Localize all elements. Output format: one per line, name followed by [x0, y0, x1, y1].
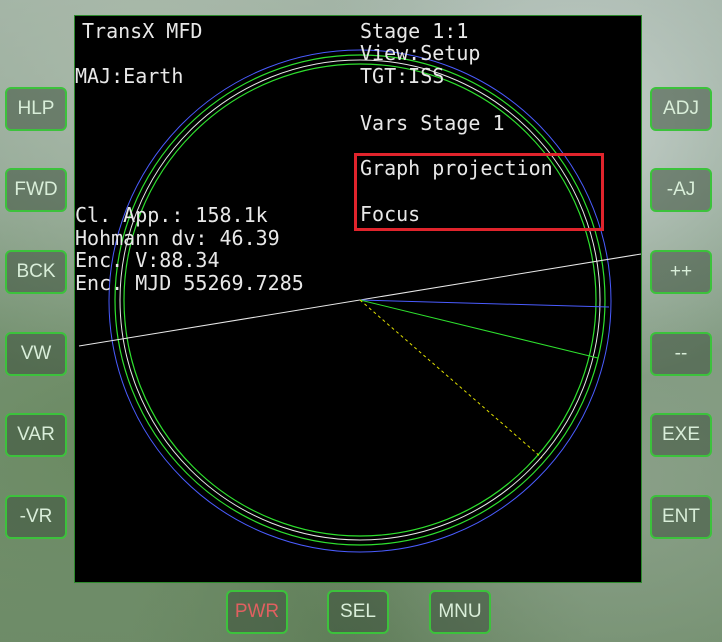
bck-button[interactable]: BCK	[5, 250, 67, 294]
encounter-mjd: Enc. MJD 55269.7285	[75, 271, 304, 295]
fwd-button[interactable]: FWD	[5, 168, 67, 212]
minus-aj-button[interactable]: -AJ	[650, 168, 712, 212]
sel-button[interactable]: SEL	[327, 590, 389, 634]
line-blue	[359, 299, 610, 308]
view-label: View:Setup	[360, 41, 481, 65]
pwr-button[interactable]: PWR	[226, 590, 288, 634]
stage-label: Stage 1:1	[360, 19, 469, 43]
mfd-title: TransX MFD	[82, 19, 203, 43]
adj-button[interactable]: ADJ	[650, 87, 712, 131]
vw-button[interactable]: VW	[5, 332, 67, 376]
encounter-velocity: Enc. V:88.34	[75, 248, 220, 272]
minus-vr-button[interactable]: -VR	[5, 495, 67, 539]
major-body-label: MAJ:Earth	[75, 64, 184, 88]
increment-button[interactable]: ++	[650, 250, 712, 294]
line-yellow-dashed	[359, 299, 543, 459]
target-label: TGT:ISS	[360, 64, 445, 88]
closest-approach: Cl. App.: 158.1k	[75, 203, 268, 227]
hlp-button[interactable]: HLP	[5, 87, 67, 131]
mnu-button[interactable]: MNU	[429, 590, 491, 634]
hohmann-dv: Hohmann dv: 46.39	[75, 226, 280, 250]
var-button[interactable]: VAR	[5, 413, 67, 457]
mfd-screen: TransX MFD Stage 1:1 View:Setup MAJ:Eart…	[74, 15, 642, 583]
selection-highlight	[354, 153, 604, 231]
decrement-button[interactable]: --	[650, 332, 712, 376]
orbit-graph	[78, 49, 641, 553]
ent-button[interactable]: ENT	[650, 495, 712, 539]
line-green	[359, 299, 599, 359]
vars-stage-label: Vars Stage 1	[360, 111, 505, 135]
exe-button[interactable]: EXE	[650, 413, 712, 457]
